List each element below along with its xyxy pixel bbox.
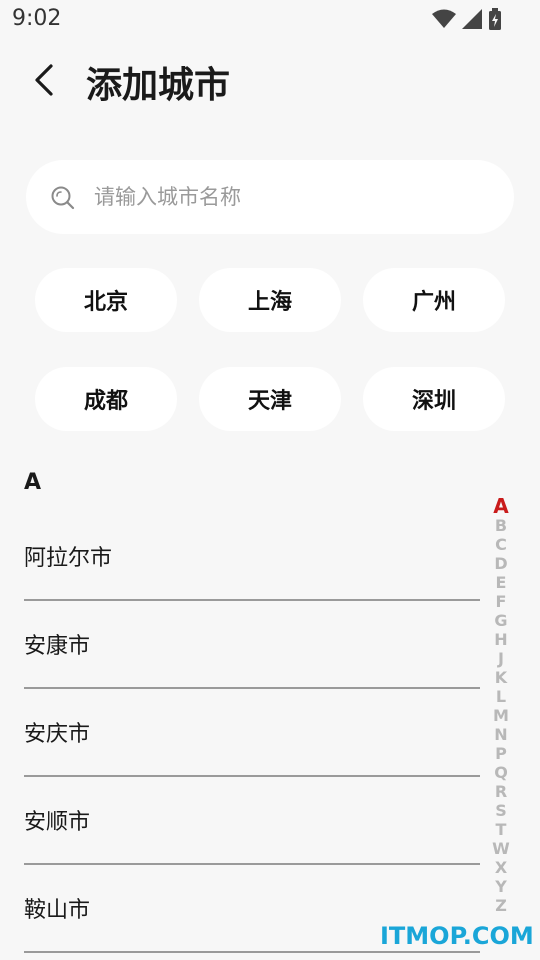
city-name: 安康市	[24, 634, 91, 659]
index-letter-m[interactable]: M	[489, 706, 513, 725]
status-time: 9:02	[12, 6, 62, 31]
index-letter-k[interactable]: K	[489, 668, 513, 687]
hot-city-chip[interactable]: 广州	[363, 268, 505, 332]
index-letter-b[interactable]: B	[489, 516, 513, 535]
search-icon	[51, 186, 75, 210]
index-letter-r[interactable]: R	[489, 782, 513, 801]
hot-city-chip[interactable]: 天津	[199, 367, 341, 431]
index-letter-j[interactable]: J	[489, 649, 513, 668]
hot-city-chip[interactable]: 北京	[35, 268, 177, 332]
add-city-screen: 9:02 添加城市 请输入城市名称 北京 上海 广州 成都 天津 深圳 A 阿拉…	[0, 0, 540, 960]
index-letter-g[interactable]: G	[489, 611, 513, 630]
search-box[interactable]	[26, 160, 514, 234]
index-letter-q[interactable]: Q	[489, 763, 513, 782]
status-bar: 9:02	[0, 0, 540, 38]
index-letter-f[interactable]: F	[489, 592, 513, 611]
alphabet-index-bar[interactable]: ABCDEFGHJKLMNPQRSTWXYZ	[489, 496, 513, 915]
index-letter-y[interactable]: Y	[489, 877, 513, 896]
status-icons	[432, 8, 502, 30]
index-letter-p[interactable]: P	[489, 744, 513, 763]
back-arrow-icon	[35, 64, 53, 96]
index-letter-x[interactable]: X	[489, 858, 513, 877]
search-input[interactable]	[94, 160, 474, 234]
index-letter-e[interactable]: E	[489, 573, 513, 592]
page-title: 添加城市	[86, 65, 231, 106]
hot-city-chip[interactable]: 成都	[35, 367, 177, 431]
index-letter-l[interactable]: L	[489, 687, 513, 706]
battery-icon	[489, 8, 501, 30]
city-list-item[interactable]: 安顺市	[24, 777, 480, 865]
index-letter-n[interactable]: N	[489, 725, 513, 744]
city-list-item[interactable]: 安康市	[24, 601, 480, 689]
back-button[interactable]	[24, 58, 64, 102]
city-name: 安庆市	[24, 722, 91, 747]
index-letter-z[interactable]: Z	[489, 896, 513, 915]
index-letter-s[interactable]: S	[489, 801, 513, 820]
watermark-logo: ITMOP.COM	[380, 922, 534, 950]
wifi-icon	[432, 9, 456, 28]
index-letter-d[interactable]: D	[489, 554, 513, 573]
city-name: 阿拉尔市	[24, 546, 113, 571]
header: 添加城市	[0, 50, 540, 110]
city-name: 安顺市	[24, 810, 91, 835]
index-letter-t[interactable]: T	[489, 820, 513, 839]
hot-city-chip[interactable]: 上海	[199, 268, 341, 332]
index-letter-h[interactable]: H	[489, 630, 513, 649]
index-letter-c[interactable]: C	[489, 535, 513, 554]
city-list-item[interactable]: 阿拉尔市	[24, 513, 480, 601]
section-header: A	[24, 470, 42, 495]
index-letter-a[interactable]: A	[489, 496, 513, 516]
city-list: 阿拉尔市 安康市 安庆市 安顺市 鞍山市	[24, 513, 480, 953]
city-list-item[interactable]: 安庆市	[24, 689, 480, 777]
city-name: 鞍山市	[24, 898, 91, 923]
index-letter-w[interactable]: W	[489, 839, 513, 858]
signal-icon	[462, 9, 482, 29]
hot-city-chip[interactable]: 深圳	[363, 367, 505, 431]
